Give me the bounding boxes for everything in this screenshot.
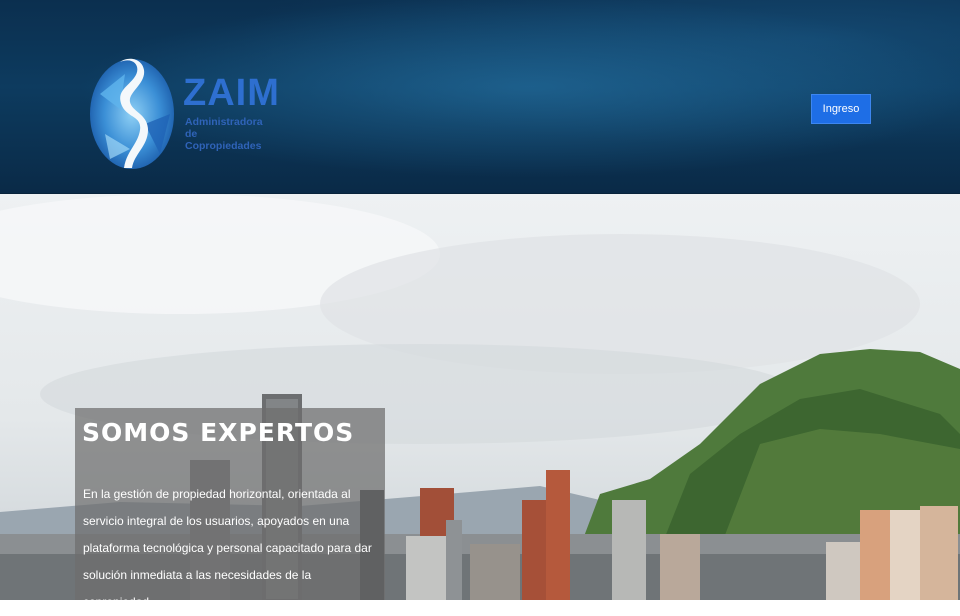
hero-title: SOMOS EXPERTOS — [82, 418, 355, 447]
logo-tagline-line1: Administradora de — [185, 116, 263, 140]
zaim-logo-icon — [90, 58, 174, 169]
login-button[interactable]: Ingreso — [811, 94, 871, 124]
logo-tagline: Administradora de Copropiedades — [185, 116, 275, 152]
logo-tagline-line2: Copropiedades — [185, 140, 262, 152]
hero-description: En la gestión de propiedad horizontal, o… — [83, 487, 372, 609]
hero-info-panel: SOMOS EXPERTOS En la gestión de propieda… — [75, 408, 385, 609]
logo-wordmark: ZAIM — [183, 72, 280, 114]
logo[interactable]: ZAIM Administradora de Copropiedades — [90, 54, 279, 172]
site-header: ZAIM Administradora de Copropiedades Ing… — [0, 0, 960, 194]
